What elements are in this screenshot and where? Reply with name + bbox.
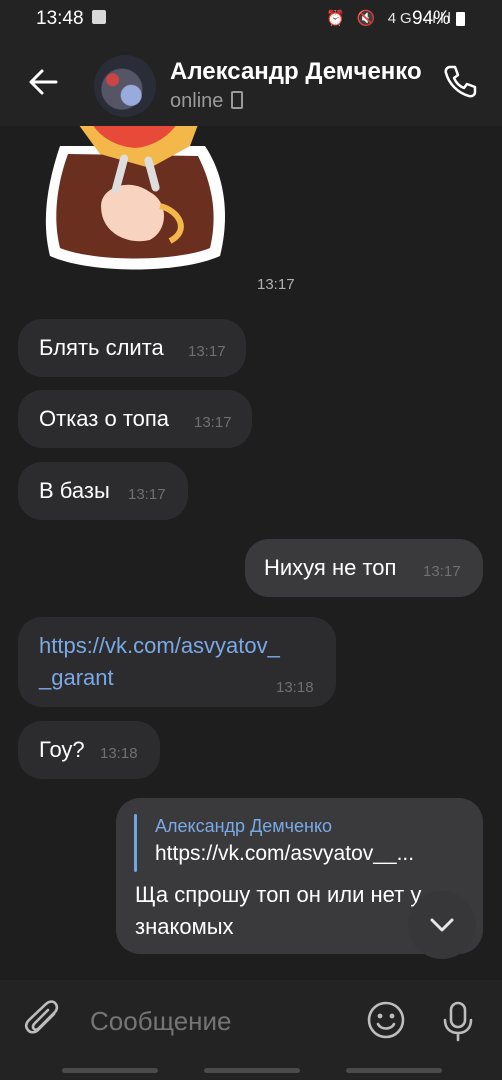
message-time: 13:17 [128,486,166,503]
message-time: 13:18 [276,679,314,696]
mobile-icon [231,91,244,109]
paperclip-icon[interactable] [24,1000,64,1042]
message-text: знакомых [135,914,234,939]
reply-text[interactable]: https://vk.com/asvyatov__... [155,842,414,866]
avatar[interactable] [94,55,156,117]
message-text: Отказ о топа [39,406,170,431]
nav-back[interactable] [346,1068,442,1073]
chevron-down-icon [430,918,454,932]
message-link[interactable]: _garant [39,665,114,691]
message-time: 13:17 [423,563,461,580]
system-nav-bar [0,1068,502,1080]
message-text: В базы [39,478,110,503]
nav-recents[interactable] [62,1068,158,1073]
status-bar: 13:48 ⏰ 🔇 4G .ıll 94% [0,0,502,38]
battery-percent: 94% [412,8,451,29]
message-bubble-in[interactable]: https://vk.com/asvyatov_ _garant 13:18 [18,617,336,707]
contact-status: online [170,90,244,113]
status-time: 13:48 [36,8,84,29]
scroll-down-button[interactable] [408,891,476,959]
message-time: 13:18 [100,745,138,762]
message-text: Блять слита [39,335,164,360]
message-text: Гоу? [39,737,85,762]
contact-name[interactable]: Александр Демченко [170,58,422,86]
sticker-image[interactable] [40,126,230,276]
microphone-icon[interactable] [438,1000,478,1042]
message-bubble-in[interactable]: В базы 13:17 [18,462,188,520]
message-link[interactable]: https://vk.com/asvyatov_ [39,633,280,659]
message-text: Ща спрошу топ он или нет у [135,882,422,907]
notification-icon [92,10,106,24]
status-text: online [170,90,224,112]
message-time: 13:17 [188,343,226,360]
back-arrow-icon[interactable] [26,64,62,100]
message-bubble-out[interactable]: Нихуя не топ 13:17 [245,539,483,597]
message-time: 13:17 [257,276,295,293]
message-composer [0,980,502,1080]
chat-header: Александр Демченко online [0,38,502,126]
message-bubble-in[interactable]: Блять слита 13:17 [18,319,246,377]
emoji-icon[interactable] [366,1000,406,1040]
nav-home[interactable] [204,1068,300,1073]
phone-call-icon[interactable] [440,62,480,102]
message-time: 13:17 [194,414,232,431]
reply-author[interactable]: Александр Демченко [155,816,332,837]
message-bubble-in[interactable]: Отказ о топа 13:17 [18,390,252,448]
message-text: Нихуя не топ [264,555,397,580]
message-bubble-in[interactable]: Гоу? 13:18 [18,721,160,779]
reply-quote-bar [134,814,137,872]
battery-icon [456,12,465,26]
message-input[interactable] [90,1002,350,1040]
message-list[interactable]: 13:17 Блять слита 13:17 Отказ о топа 13:… [0,126,502,980]
